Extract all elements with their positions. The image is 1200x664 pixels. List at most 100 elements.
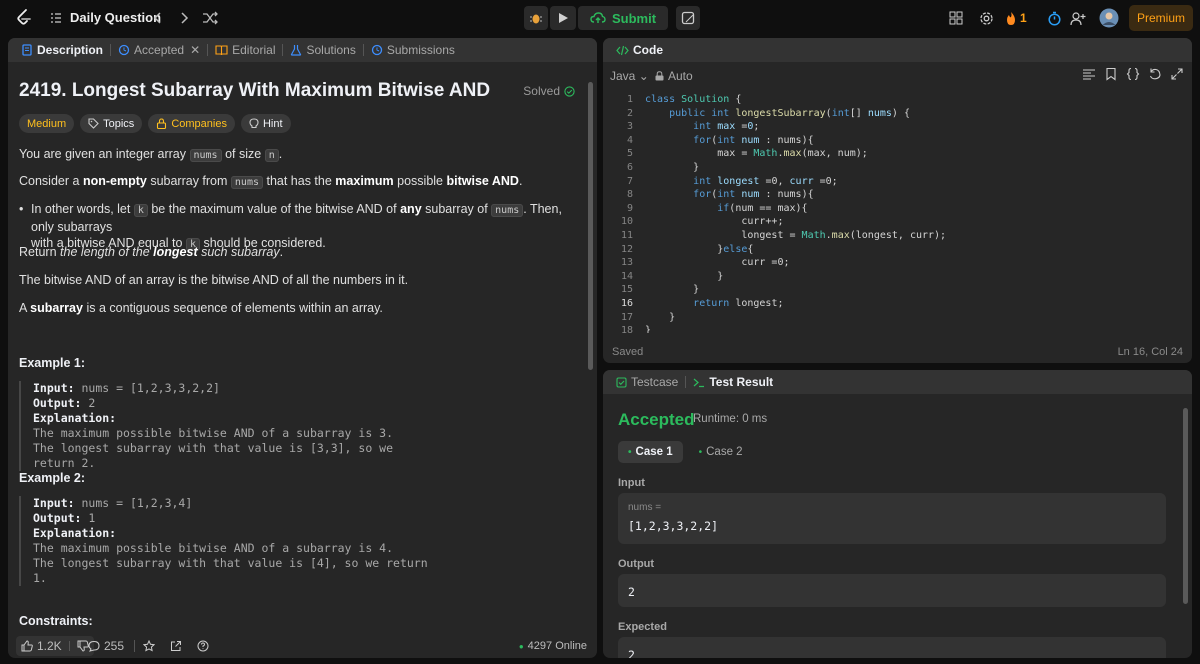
- flask-icon: [291, 45, 302, 56]
- case-2-tab[interactable]: • Case 2: [689, 441, 753, 463]
- format-icon[interactable]: [1082, 67, 1096, 81]
- braces-icon[interactable]: [1126, 67, 1140, 81]
- tab-accepted[interactable]: Accepted ✕: [113, 38, 205, 62]
- thumbs-down-icon[interactable]: [77, 640, 89, 652]
- comments-button[interactable]: 255: [88, 634, 124, 658]
- bold-text: maximum: [335, 174, 394, 188]
- submit-label: Submit: [612, 10, 657, 26]
- value: 1: [88, 511, 96, 525]
- text: that has the: [266, 174, 332, 188]
- lock-icon: [655, 71, 664, 81]
- settings-button[interactable]: [974, 6, 998, 30]
- tab-description[interactable]: Description: [16, 38, 108, 62]
- comments-count: 255: [104, 639, 125, 653]
- problem-list-button[interactable]: Daily Question: [50, 10, 161, 25]
- text: .: [518, 174, 523, 188]
- debug-button[interactable]: [524, 6, 548, 30]
- history-icon: [118, 44, 130, 56]
- output-label: Output: [618, 558, 655, 570]
- italic-text: the length of the: [60, 245, 150, 259]
- bold-italic-text: longest: [153, 245, 198, 259]
- inline-code: nums: [491, 204, 524, 217]
- tab-label: Editorial: [232, 43, 276, 57]
- expand-icon[interactable]: [1170, 67, 1184, 81]
- close-icon[interactable]: ✕: [190, 43, 200, 57]
- submit-button[interactable]: Submit: [578, 6, 669, 30]
- list-icon: [51, 12, 61, 23]
- online-dot: ●: [518, 641, 524, 651]
- tab-testcase[interactable]: Testcase: [611, 370, 683, 394]
- profile-avatar[interactable]: [1097, 6, 1121, 30]
- case-1-tab[interactable]: • Case 1: [618, 441, 683, 463]
- code-editor[interactable]: 1 2 3 4 5 6 7 8 9 10 11 12 13 14 15 16 17 18 class Soluti…: [603, 93, 1192, 333]
- line-number: 14: [620, 270, 633, 282]
- italic-text: such subarray: [201, 245, 280, 259]
- bold-text: non-empty: [82, 174, 147, 188]
- line-number: 6: [626, 161, 633, 173]
- grid-icon: [949, 11, 963, 25]
- tab-divider: [110, 44, 112, 56]
- line-number: 10: [620, 216, 633, 228]
- prev-problem-icon[interactable]: [149, 9, 167, 27]
- expected-label: Expected: [618, 621, 667, 633]
- share-button[interactable]: [170, 634, 182, 658]
- auto-mode[interactable]: Auto: [655, 69, 693, 83]
- text: .: [278, 147, 283, 161]
- leetcode-logo-icon[interactable]: [14, 8, 34, 28]
- like-button[interactable]: 1.2K: [16, 636, 94, 656]
- fire-icon: [1007, 11, 1015, 25]
- tab-divider: [282, 44, 284, 56]
- runtime-label: Runtime: 0 ms: [693, 413, 768, 425]
- pass-dot: •: [628, 446, 632, 458]
- premium-button[interactable]: Premium: [1129, 5, 1193, 31]
- timer-button[interactable]: [1042, 6, 1066, 30]
- invite-button[interactable]: [1066, 6, 1090, 30]
- expected-value: 2: [628, 648, 635, 658]
- problem-title[interactable]: 2419. Longest Subarray With Maximum Bitw…: [19, 80, 490, 102]
- bold-text: bitwise AND: [446, 174, 519, 188]
- document-icon: [22, 44, 32, 56]
- topics-chip[interactable]: Topics: [80, 114, 143, 133]
- inline-code: nums: [230, 176, 263, 189]
- star-icon: [143, 640, 155, 652]
- language-value: Java: [610, 69, 636, 83]
- code-content[interactable]: class Solution { public int longestSubar…: [645, 93, 946, 333]
- case-label: Case 1: [635, 446, 673, 458]
- result-scrollbar[interactable]: [1183, 408, 1188, 604]
- bookmark-icon[interactable]: [1104, 67, 1118, 81]
- companies-chip[interactable]: Companies: [148, 114, 235, 133]
- code-panel: Code Java ⌄ Auto 1 2 3 4 5 6 7 8 9 10 11 12 13 14 15 16…: [603, 38, 1192, 363]
- stopwatch-icon: [1047, 11, 1061, 26]
- pass-dot: •: [698, 446, 703, 458]
- hint-chip[interactable]: Hint: [240, 114, 291, 133]
- run-button[interactable]: [550, 6, 576, 30]
- layout-button[interactable]: [944, 6, 968, 30]
- streak-counter[interactable]: 1: [1005, 6, 1035, 30]
- tab-solutions[interactable]: Solutions: [285, 38, 360, 62]
- description-paragraph: Consider a non-empty subarray from nums …: [19, 173, 522, 191]
- notes-button[interactable]: [676, 6, 701, 30]
- tab-divider: [685, 376, 687, 388]
- label: Input:: [33, 496, 75, 510]
- text: subarray of: [425, 202, 488, 216]
- terminal-icon: [693, 378, 705, 387]
- tab-divider: [207, 44, 209, 56]
- tab-label: Test Result: [709, 375, 774, 389]
- description-scrollbar[interactable]: [588, 82, 593, 370]
- tab-test-result[interactable]: Test Result: [688, 370, 778, 394]
- explanation-line: The longest subarray with that value is …: [33, 441, 394, 470]
- tab-label: Submissions: [386, 43, 455, 57]
- output-value: 2: [628, 585, 635, 599]
- tab-editorial[interactable]: Editorial: [210, 38, 280, 62]
- help-button[interactable]: [197, 634, 209, 658]
- language-select[interactable]: Java ⌄: [610, 69, 649, 83]
- tab-submissions[interactable]: Submissions: [366, 38, 460, 62]
- shuffle-icon[interactable]: [201, 9, 219, 27]
- tab-code[interactable]: Code: [611, 38, 668, 62]
- line-number: 17: [620, 311, 633, 323]
- favorite-button[interactable]: [143, 634, 155, 658]
- tab-label: Solutions: [306, 43, 356, 57]
- test-panel: Testcase Test Result Accepted Runtime: 0…: [603, 370, 1192, 658]
- reset-icon[interactable]: [1148, 67, 1162, 81]
- next-problem-icon[interactable]: [175, 9, 193, 27]
